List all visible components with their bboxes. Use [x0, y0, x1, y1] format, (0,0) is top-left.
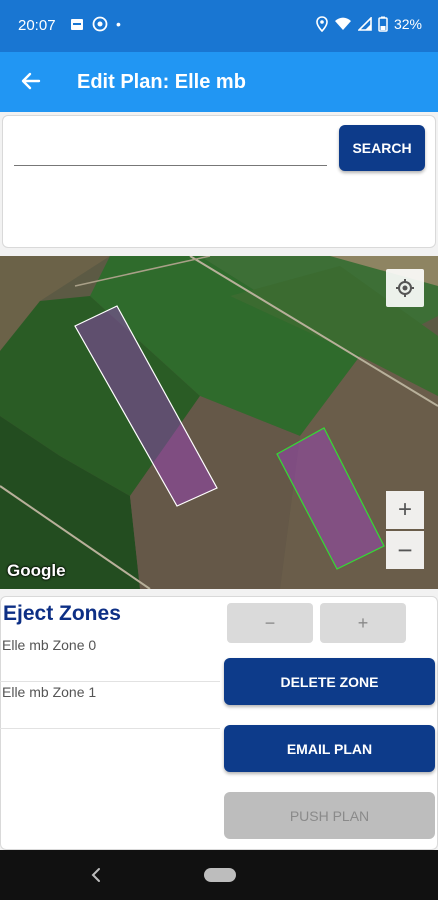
satellite-imagery [0, 256, 438, 589]
zone-label: Elle mb Zone 1 [2, 684, 97, 700]
nav-back-icon[interactable] [88, 865, 104, 885]
status-dot: • [116, 16, 121, 32]
nav-home-pill[interactable] [204, 868, 236, 882]
wifi-icon [334, 17, 351, 30]
list-item-zone-0[interactable]: Elle mb Zone 0 [0, 635, 220, 682]
whatsapp-icon [92, 16, 108, 32]
app-bar: Edit Plan: Elle mb [0, 52, 438, 112]
status-right-icons: 32% [316, 16, 422, 32]
battery-percent: 32% [393, 16, 422, 32]
back-button[interactable] [16, 66, 46, 96]
status-time: 20:07 [18, 17, 56, 34]
search-button[interactable]: SEARCH [339, 125, 425, 171]
calendar-icon [71, 19, 83, 30]
map-view[interactable] [0, 256, 438, 589]
google-attribution: Google [7, 561, 66, 580]
location-icon [316, 16, 328, 32]
signal-icon [357, 17, 372, 31]
email-plan-button[interactable]: EMAIL PLAN [224, 725, 435, 772]
battery-icon [378, 16, 388, 32]
zone-label: Elle mb Zone 0 [2, 637, 97, 653]
plus-button[interactable]: + [320, 603, 406, 643]
status-bar: 20:07 • 32% [0, 0, 438, 52]
my-location-button[interactable] [386, 269, 424, 307]
page-title: Edit Plan: Elle mb [77, 71, 246, 93]
zones-title: Eject Zones [3, 602, 121, 625]
search-input[interactable] [14, 138, 327, 166]
arrow-back-icon [21, 72, 41, 90]
zoom-in-button[interactable]: + [386, 491, 424, 529]
minus-button[interactable]: − [227, 603, 313, 643]
my-location-icon [396, 279, 414, 297]
delete-zone-button[interactable]: DELETE ZONE [224, 658, 435, 705]
list-item-zone-1[interactable]: Elle mb Zone 1 [0, 682, 220, 729]
push-plan-button[interactable]: PUSH PLAN [224, 792, 435, 839]
notification-icons: • [70, 16, 121, 32]
zoom-out-button[interactable]: − [386, 531, 424, 569]
